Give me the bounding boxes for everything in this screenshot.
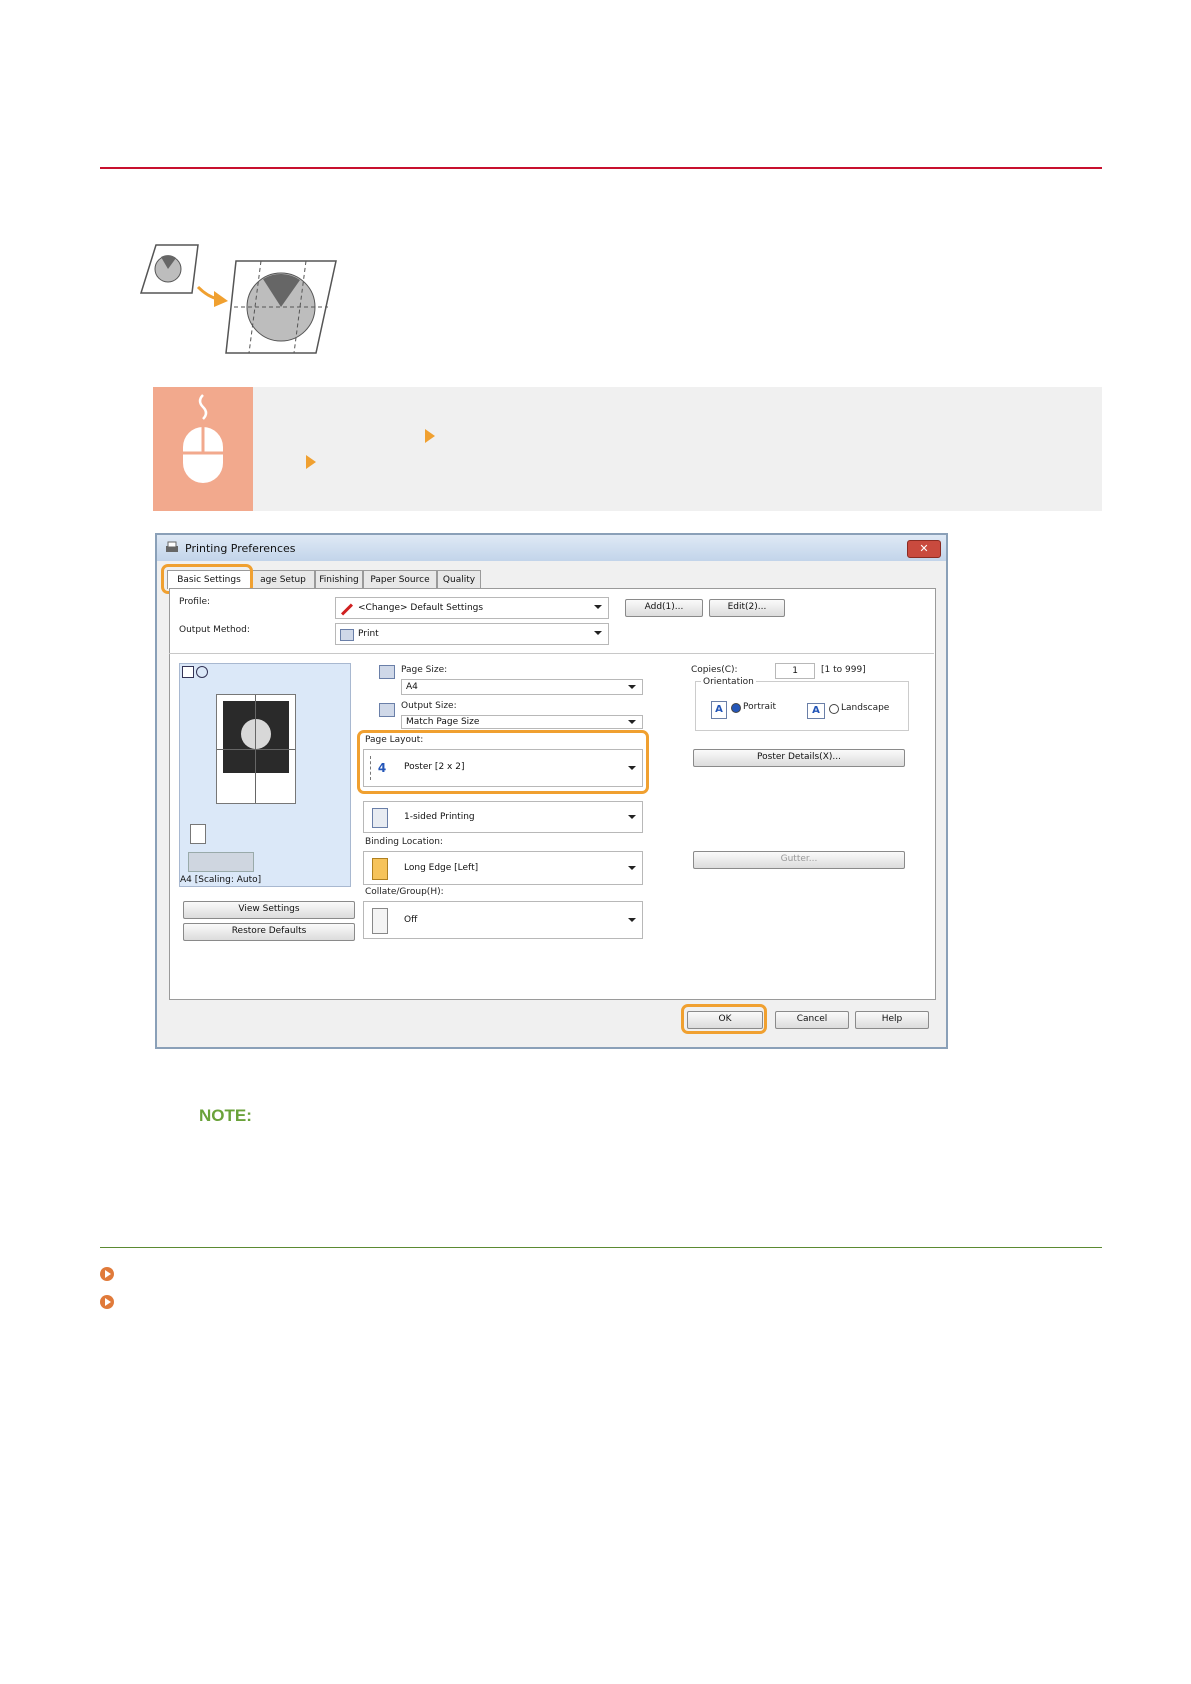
step-arrow-icon — [306, 455, 316, 469]
chevron-down-icon — [628, 866, 636, 870]
printing-method-value: 1-sided Printing — [404, 812, 475, 822]
output-size-label: Output Size: — [401, 701, 457, 711]
copies-range: [1 to 999] — [821, 665, 866, 675]
mouse-icon — [183, 394, 223, 483]
output-method-label: Output Method: — [179, 625, 250, 635]
original-page-icon — [139, 244, 199, 294]
page-size-select[interactable]: A4 — [401, 679, 643, 695]
step-arrow-icon — [425, 429, 435, 443]
binding-location-value: Long Edge [Left] — [404, 863, 479, 873]
printer-icon — [340, 629, 354, 641]
chevron-down-icon — [594, 605, 602, 609]
profile-value: <Change> Default Settings — [358, 603, 484, 613]
print-view-icon[interactable] — [196, 666, 208, 678]
output-method-select[interactable]: Print — [335, 623, 609, 645]
tab-finishing[interactable]: Finishing — [315, 570, 363, 589]
view-settings-button[interactable]: View Settings — [183, 901, 355, 919]
tab-quality[interactable]: Quality — [437, 570, 481, 589]
poster-details-button[interactable]: Poster Details(X)... — [693, 749, 905, 767]
chevron-down-icon — [628, 815, 636, 819]
dialog-title: Printing Preferences — [185, 542, 296, 555]
copies-value: 1 — [792, 666, 798, 676]
preview-pane: A4 [Scaling: Auto] — [179, 663, 351, 887]
orientation-label: Orientation — [701, 677, 756, 687]
preview-caption: A4 [Scaling: Auto] — [180, 875, 262, 885]
duplex-toggle[interactable] — [188, 852, 254, 872]
highlight-page-layout — [357, 730, 649, 794]
profile-select[interactable]: <Change> Default Settings — [335, 597, 609, 619]
page-size-label: Page Size: — [401, 665, 448, 675]
dialog-titlebar: Printing Preferences ✕ — [157, 535, 946, 561]
add-profile-button[interactable]: Add(1)... — [625, 599, 703, 617]
chevron-down-icon — [628, 720, 636, 724]
portrait-label: Portrait — [743, 702, 777, 712]
profile-label: Profile: — [179, 597, 211, 607]
landscape-icon: A — [807, 703, 825, 719]
output-size-select[interactable]: Match Page Size — [401, 715, 643, 729]
printing-method-select[interactable]: 1-sided Printing — [363, 801, 643, 833]
page-view-icon[interactable] — [182, 666, 194, 678]
portrait-icon: A — [711, 701, 727, 719]
preview-image — [223, 701, 289, 773]
related-links-rule — [100, 1247, 1102, 1248]
one-sided-icon — [372, 808, 388, 828]
tab-paper-source[interactable]: Paper Source — [363, 570, 437, 589]
edit-profile-button[interactable]: Edit(2)... — [709, 599, 785, 617]
output-size-value: Match Page Size — [406, 717, 480, 727]
collate-value: Off — [404, 915, 418, 925]
tab-page-setup[interactable]: age Setup — [251, 570, 315, 589]
binding-edge-icon — [372, 858, 388, 880]
chevron-down-icon — [594, 631, 602, 635]
collate-select[interactable]: Off — [363, 901, 643, 939]
copies-input[interactable]: 1 — [775, 663, 815, 679]
gutter-button[interactable]: Gutter... — [693, 851, 905, 869]
highlight-ok-button — [681, 1004, 767, 1034]
step-box — [153, 387, 1102, 511]
pencil-icon — [340, 603, 354, 616]
link-arrow-icon[interactable] — [100, 1295, 114, 1309]
binding-location-label: Binding Location: — [365, 837, 443, 847]
collate-label: Collate/Group(H): — [365, 887, 444, 897]
cancel-button[interactable]: Cancel — [775, 1011, 849, 1029]
chevron-down-icon — [628, 685, 636, 689]
divider — [169, 653, 934, 654]
note-heading: NOTE: — [199, 1106, 252, 1125]
chevron-down-icon — [628, 918, 636, 922]
copies-icon — [190, 824, 206, 844]
arrow-icon — [196, 285, 228, 307]
page-size-icon — [379, 665, 395, 679]
enlarged-poster-icon — [225, 260, 337, 354]
poster-illustration — [139, 244, 337, 354]
output-size-icon — [379, 703, 395, 717]
portrait-radio[interactable] — [731, 703, 741, 713]
binding-location-select[interactable]: Long Edge [Left] — [363, 851, 643, 885]
restore-defaults-button[interactable]: Restore Defaults — [183, 923, 355, 941]
printer-icon — [166, 541, 178, 552]
mouse-operation-panel — [153, 387, 253, 511]
collate-icon — [372, 908, 388, 934]
printing-preferences-dialog: Printing Preferences ✕ Basic Settings ag… — [155, 533, 948, 1049]
help-button[interactable]: Help — [855, 1011, 929, 1029]
close-button[interactable]: ✕ — [907, 540, 941, 558]
copies-label: Copies(C): — [691, 665, 738, 675]
landscape-radio[interactable] — [829, 704, 839, 714]
link-arrow-icon[interactable] — [100, 1267, 114, 1281]
landscape-label: Landscape — [841, 703, 890, 713]
page-size-value: A4 — [406, 682, 418, 692]
section-top-rule — [100, 167, 1102, 169]
output-method-value: Print — [358, 629, 379, 639]
poster-preview-page — [216, 694, 296, 804]
